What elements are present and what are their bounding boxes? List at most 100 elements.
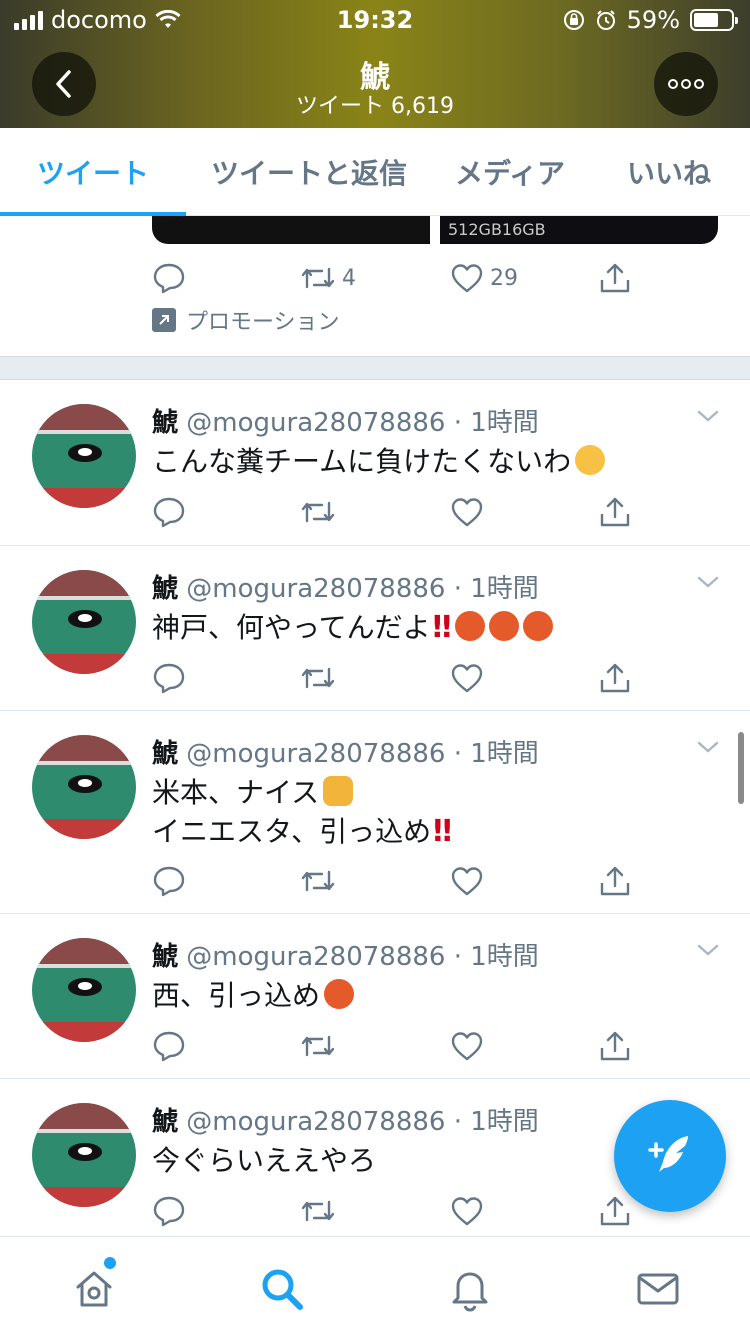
tab-messages[interactable]: [630, 1261, 686, 1317]
more-button[interactable]: [654, 52, 718, 116]
tab-tweets-and-replies[interactable]: ツイートと返信: [186, 128, 432, 216]
angry-face-icon: [523, 611, 554, 641]
chevron-down-icon[interactable]: [696, 408, 720, 424]
chevron-down-icon[interactable]: [696, 574, 720, 590]
heart-icon: [451, 1032, 483, 1061]
chevron-down-icon[interactable]: [696, 942, 720, 958]
tweet-author-handle[interactable]: @mogura28078886: [186, 942, 445, 972]
tweet-author-name[interactable]: 鯱: [152, 574, 178, 604]
reply-button[interactable]: [152, 859, 186, 903]
avatar[interactable]: [32, 404, 136, 508]
reply-icon: [153, 497, 185, 528]
avatar[interactable]: [32, 938, 136, 1042]
tweet-item[interactable]: 鯱 @mogura28078886 · 1時間 こんな糞チームに負けたくないわ: [0, 380, 750, 546]
share-icon: [600, 263, 630, 293]
tweet-count: ツイート 6,619: [296, 94, 454, 119]
tweet-author-name[interactable]: 鯱: [152, 1107, 178, 1137]
tab-likes[interactable]: いいね: [588, 128, 750, 216]
tweet-author-name[interactable]: 鯱: [152, 739, 178, 769]
tab-search[interactable]: [254, 1261, 310, 1317]
tweet-text: 西、引っ込め: [152, 976, 692, 1015]
section-separator: [0, 356, 750, 380]
tweet-author-name[interactable]: 鯱: [152, 408, 178, 438]
retweet-icon: [301, 1035, 335, 1057]
tweet-author-handle[interactable]: @mogura28078886: [186, 739, 445, 769]
promo-card-right[interactable]: 512GB16GB: [440, 216, 718, 244]
share-icon: [600, 1031, 630, 1061]
share-button[interactable]: [598, 1189, 632, 1233]
like-button[interactable]: [450, 490, 484, 534]
like-count: 29: [490, 265, 518, 291]
angry-face-icon: [455, 611, 486, 641]
avatar[interactable]: [32, 570, 136, 674]
tweet-header: 鯱 @mogura28078886 · 1時間: [152, 1101, 539, 1138]
reply-icon: [153, 1031, 185, 1062]
retweet-button[interactable]: [300, 859, 336, 903]
chevron-down-icon[interactable]: [696, 739, 720, 755]
heart-icon: [451, 867, 483, 896]
heart-icon: [451, 498, 483, 527]
share-button[interactable]: [598, 1024, 632, 1068]
share-icon: [600, 866, 630, 896]
double-exclamation-icon: ‼: [432, 610, 452, 645]
retweet-button[interactable]: [300, 656, 336, 700]
share-button[interactable]: [598, 656, 632, 700]
scroll-indicator[interactable]: [738, 732, 744, 804]
tweet-item[interactable]: 鯱 @mogura28078886 · 1時間 西、引っ込め: [0, 914, 750, 1079]
tweet-text: こんな糞チームに負けたくないわ: [152, 442, 692, 481]
tweet-header: 鯱 @mogura28078886 · 1時間: [152, 568, 539, 605]
promo-card-right-text: 512GB16GB: [448, 220, 546, 239]
tweet-author-handle[interactable]: @mogura28078886: [186, 1107, 445, 1137]
like-button[interactable]: [450, 1024, 484, 1068]
tweet-item[interactable]: 鯱 @mogura28078886 · 1時間 米本、ナイス イニエスタ、引っ込…: [0, 711, 750, 914]
tweet-text-line: イニエスタ、引っ込め: [152, 815, 432, 848]
tweet-timestamp: · 1時間: [453, 1107, 539, 1137]
share-button[interactable]: [598, 859, 632, 903]
angry-face-icon: [489, 611, 520, 641]
retweet-button[interactable]: [300, 490, 336, 534]
like-button[interactable]: 29: [450, 256, 518, 300]
avatar[interactable]: [32, 1103, 136, 1207]
tweet-timestamp: · 1時間: [453, 942, 539, 972]
share-button[interactable]: [598, 256, 632, 300]
reply-button[interactable]: [152, 656, 186, 700]
reply-button[interactable]: [152, 256, 186, 300]
retweet-button[interactable]: 4: [300, 256, 356, 300]
retweet-icon: [301, 1200, 335, 1222]
like-button[interactable]: [450, 1189, 484, 1233]
profile-screen: docomo 19:32 59% 鯱 ツイート 6,619 ツイート ツイートと…: [0, 0, 750, 1334]
avatar[interactable]: [32, 735, 136, 839]
retweet-button[interactable]: [300, 1189, 336, 1233]
reply-button[interactable]: [152, 1189, 186, 1233]
tweet-item[interactable]: 鯱 @mogura28078886 · 1時間 神戸、何やってんだよ‼: [0, 546, 750, 711]
thumbs-up-icon: [323, 776, 354, 806]
double-exclamation-icon: ‼: [433, 814, 452, 849]
tab-notifications[interactable]: [442, 1261, 498, 1317]
share-button[interactable]: [598, 490, 632, 534]
tweet-author-handle[interactable]: @mogura28078886: [186, 408, 445, 438]
angry-face-icon: [324, 979, 355, 1009]
like-button[interactable]: [450, 859, 484, 903]
tab-tweets[interactable]: ツイート: [0, 128, 186, 216]
promoted-label[interactable]: プロモーション: [152, 304, 340, 336]
like-button[interactable]: [450, 656, 484, 700]
retweet-button[interactable]: [300, 1024, 336, 1068]
tweet-author-name[interactable]: 鯱: [152, 942, 178, 972]
promo-card-left[interactable]: [152, 216, 430, 244]
tweet-text-line: 神戸、何やってんだよ: [152, 611, 431, 644]
reply-button[interactable]: [152, 490, 186, 534]
alarm-icon: [596, 10, 615, 30]
tweet-actions: [152, 1024, 642, 1068]
reply-button[interactable]: [152, 1024, 186, 1068]
tab-home[interactable]: [66, 1257, 122, 1317]
heart-icon: [451, 1197, 483, 1226]
compose-tweet-icon: [648, 1136, 688, 1172]
tweet-text: 今ぐらいええやろ: [152, 1141, 692, 1180]
tab-media[interactable]: メディア: [432, 128, 588, 216]
thinking-face-icon: [575, 445, 606, 475]
retweet-icon: [301, 501, 335, 523]
compose-tweet-button[interactable]: [614, 1100, 726, 1212]
tweet-author-handle[interactable]: @mogura28078886: [186, 574, 445, 604]
notifications-bell-icon: [452, 1272, 488, 1312]
orientation-lock-icon: [563, 10, 584, 30]
